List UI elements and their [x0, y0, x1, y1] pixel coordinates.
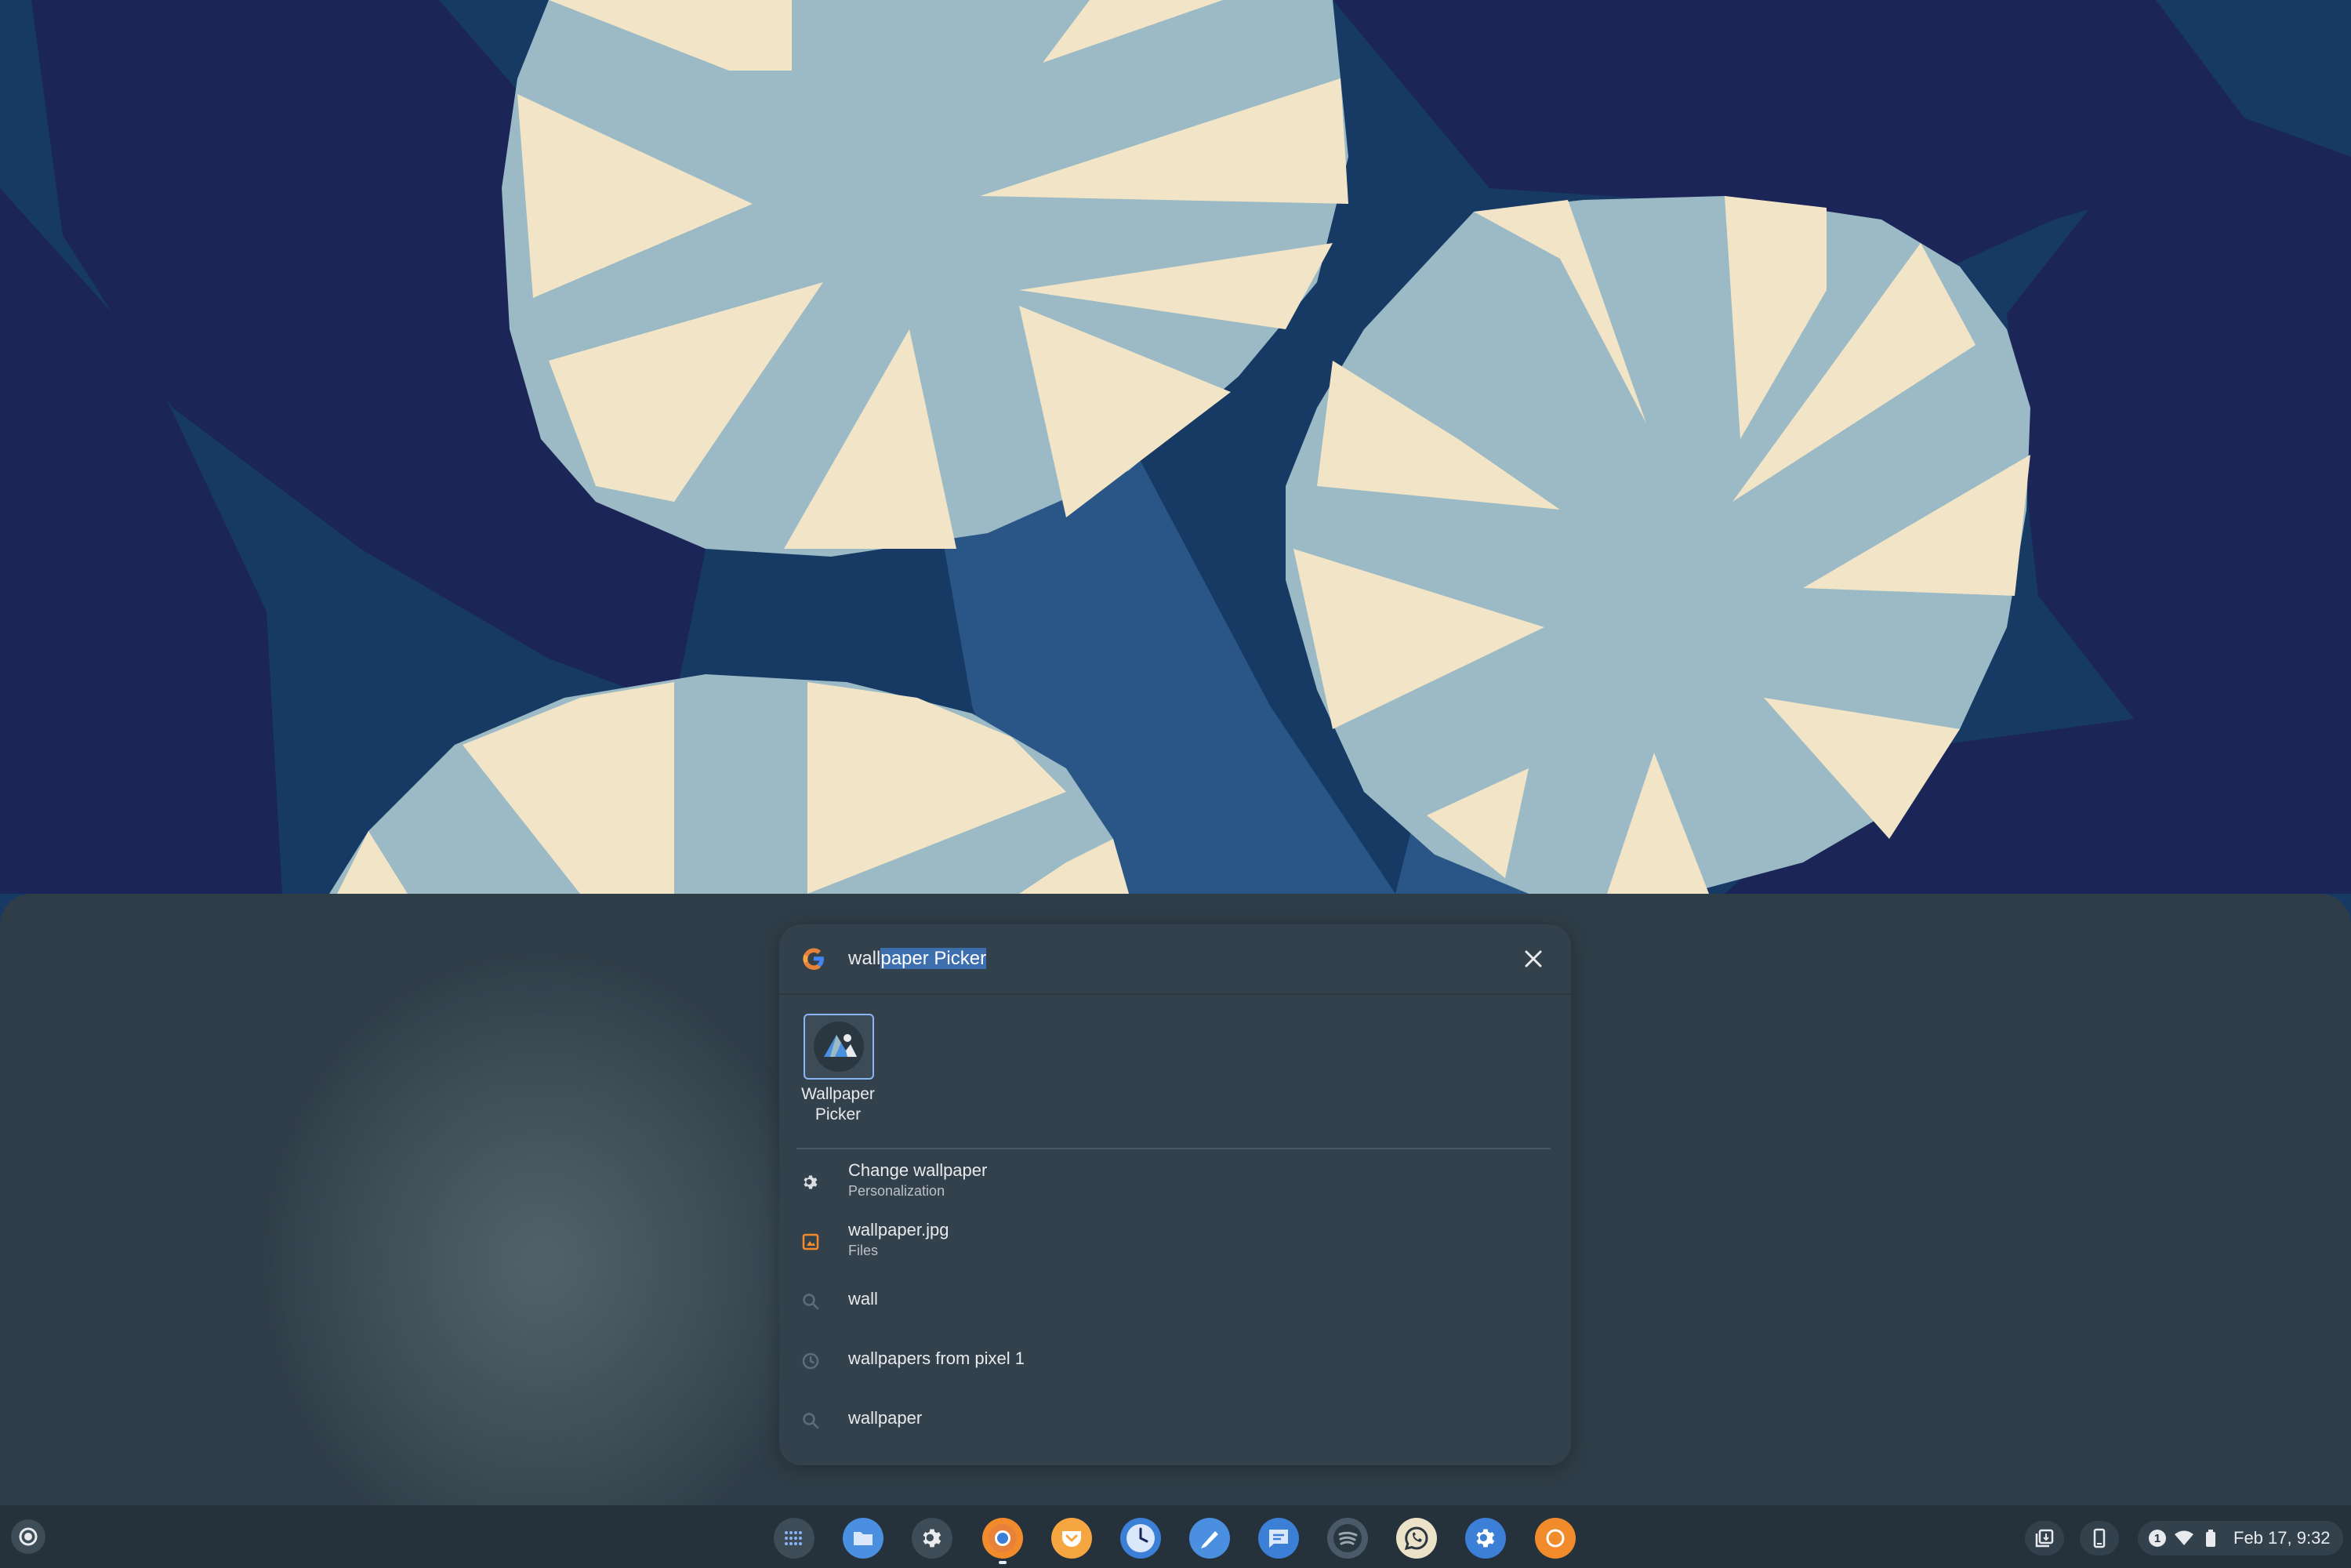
holding-space-button[interactable]	[2025, 1521, 2064, 1555]
launcher-glow	[267, 956, 815, 1568]
result-subtitle: Files	[848, 1243, 879, 1258]
launcher-search-panel: wallpaper Picker Wallpaper Picker Change…	[779, 924, 1571, 1465]
launcher-button[interactable]	[11, 1519, 45, 1554]
shelf-app-launcher-grid[interactable]	[774, 1518, 815, 1559]
ring-icon	[1546, 1529, 1565, 1548]
close-icon	[1525, 950, 1542, 967]
shelf-app-settings[interactable]	[912, 1518, 952, 1559]
phone-icon	[2093, 1528, 2106, 1548]
shelf-app-pocket[interactable]	[1051, 1518, 1092, 1559]
holding-space-icon	[2035, 1529, 2054, 1548]
status-area-button[interactable]: 1 Feb 17, 9:32	[2138, 1521, 2343, 1555]
google-g-icon	[803, 948, 824, 970]
history-clock-icon	[800, 1350, 822, 1372]
pocket-icon	[1062, 1531, 1081, 1547]
shelf-app-chrome[interactable]	[982, 1518, 1023, 1559]
shelf-app-files[interactable]	[843, 1518, 883, 1559]
folder-icon	[854, 1532, 873, 1545]
result-title: wallpapers from pixel 1	[848, 1348, 1025, 1368]
search-typed-text: wall	[848, 948, 881, 969]
image-file-icon	[800, 1231, 822, 1253]
search-icon	[800, 1410, 822, 1432]
shelf-app-whatsapp[interactable]	[1396, 1518, 1437, 1559]
result-search-wallpaper[interactable]: wallpaper	[779, 1391, 1571, 1450]
app-result-label: Wallpaper Picker	[801, 1085, 875, 1123]
result-title: Change wallpaper	[848, 1160, 988, 1180]
app-grid-icon	[785, 1531, 802, 1545]
notification-count-badge: 1	[2149, 1530, 2166, 1547]
result-title: wallpaper	[848, 1408, 923, 1428]
whatsapp-icon	[1404, 1526, 1428, 1550]
launcher-circle-icon	[19, 1527, 38, 1546]
clock-icon	[1127, 1524, 1155, 1552]
search-box[interactable]: wallpaper Picker	[779, 924, 1571, 993]
result-title: wall	[848, 1289, 878, 1308]
result-subtitle: Personalization	[848, 1183, 945, 1199]
search-autocomplete-selection: paper Picker	[880, 948, 987, 969]
pen-icon	[1201, 1531, 1218, 1548]
shelf-app-messages[interactable]	[1258, 1518, 1299, 1559]
battery-icon	[2206, 1530, 2215, 1547]
spotify-icon	[1333, 1524, 1362, 1552]
result-wallpaper-jpg[interactable]: wallpaper.jpg Files	[779, 1212, 1571, 1272]
desktop-wallpaper	[0, 0, 2351, 894]
results-divider	[796, 1148, 1551, 1149]
shelf-app-canvas[interactable]	[1189, 1518, 1230, 1559]
app-result-wallpaper-picker[interactable]: Wallpaper Picker	[795, 1014, 881, 1131]
shelf-app-spotify[interactable]	[1327, 1518, 1368, 1559]
phone-hub-button[interactable]	[2080, 1521, 2119, 1555]
result-change-wallpaper[interactable]: Change wallpaper Personalization	[779, 1152, 1571, 1212]
message-icon	[1269, 1530, 1288, 1548]
running-indicator	[999, 1561, 1007, 1564]
settings-gear-icon	[800, 1171, 822, 1193]
shelf	[0, 1505, 2351, 1568]
app-icon-frame	[804, 1014, 874, 1080]
chrome-icon	[989, 1524, 1017, 1552]
search-box-divider	[779, 993, 1571, 995]
shelf-app-clock[interactable]	[1120, 1518, 1161, 1559]
wifi-icon	[2175, 1530, 2193, 1545]
clear-search-button[interactable]	[1518, 943, 1549, 975]
gear-icon	[923, 1529, 941, 1548]
search-input[interactable]: wallpaper Picker	[848, 945, 987, 973]
search-icon	[800, 1290, 822, 1312]
shelf-app-orange-circle[interactable]	[1535, 1518, 1576, 1559]
wallpaper-picker-icon	[814, 1022, 864, 1072]
result-search-wall[interactable]: wall	[779, 1272, 1571, 1331]
gear-icon	[1476, 1529, 1495, 1548]
result-history-wallpapers-from-pixel-1[interactable]: wallpapers from pixel 1	[779, 1331, 1571, 1391]
date-time-label: Feb 17, 9:32	[2233, 1528, 2331, 1548]
shelf-app-settings-2[interactable]	[1465, 1518, 1506, 1559]
result-title: wallpaper.jpg	[848, 1220, 949, 1240]
